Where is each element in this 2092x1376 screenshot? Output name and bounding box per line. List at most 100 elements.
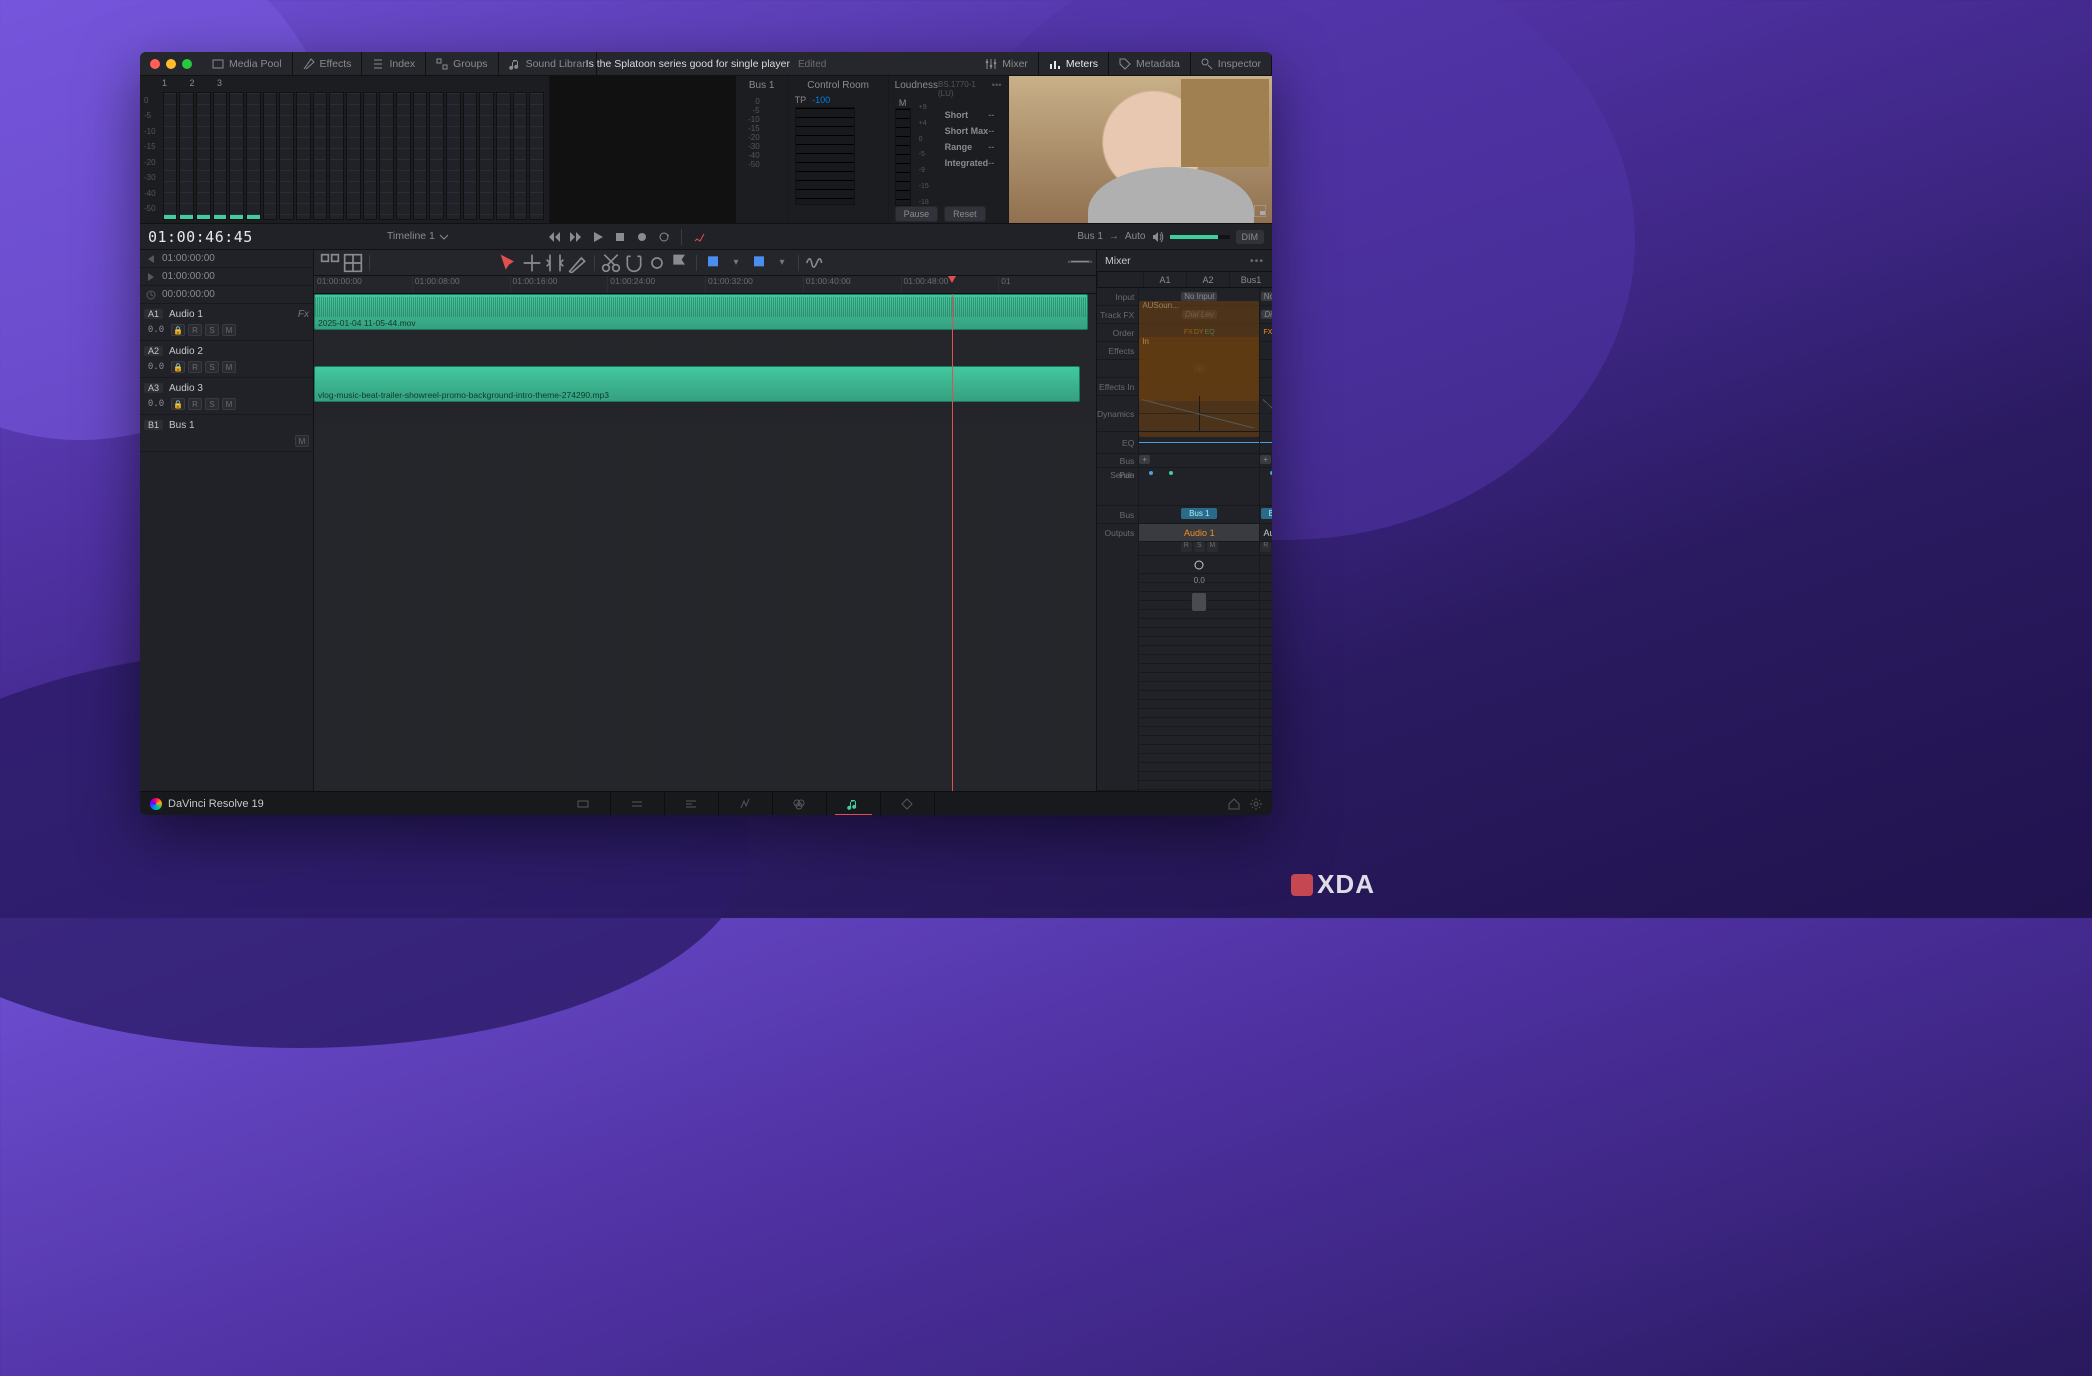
zoom-slider[interactable]: ◦━━━◦: [1070, 254, 1090, 272]
flag-button[interactable]: [670, 254, 690, 272]
chevron-down-icon[interactable]: ▾: [726, 254, 746, 272]
speaker-icon[interactable]: [1152, 231, 1164, 243]
chevron-down-icon: [438, 231, 450, 243]
sound-library-button[interactable]: Sound Librar: [499, 52, 597, 75]
grid-button[interactable]: [320, 254, 340, 272]
tc-in[interactable]: 01:00:00:00: [140, 250, 313, 268]
page-bar: DaVinci Resolve 19: [140, 791, 1272, 815]
minimize-icon[interactable]: [166, 59, 176, 69]
marker-button[interactable]: [703, 254, 723, 272]
link-button[interactable]: [647, 254, 667, 272]
range-tool[interactable]: [522, 254, 542, 272]
waveform-button[interactable]: [805, 254, 825, 272]
control-room: Control Room TP -100: [789, 76, 889, 223]
fader[interactable]: 0.0: [1139, 574, 1259, 791]
home-icon[interactable]: [1228, 798, 1240, 810]
meter: [263, 92, 278, 220]
automation-button[interactable]: [691, 229, 707, 245]
dynamics-graph[interactable]: [1139, 396, 1259, 432]
track-a2[interactable]: A2Audio 2 0.0🔒RSM: [140, 341, 313, 378]
tag-icon: [1119, 58, 1131, 70]
music-icon: [509, 58, 521, 70]
timeline-ruler[interactable]: 01:00:00:0001:00:08:0001:00:16:0001:00:2…: [314, 276, 1096, 294]
fast-forward-button[interactable]: [568, 229, 584, 245]
mixer-menu[interactable]: •••: [1250, 255, 1264, 267]
clip-a3[interactable]: vlog-music-beat-trailer-showreel-promo-b…: [314, 366, 1080, 402]
solo-button[interactable]: S: [205, 324, 219, 336]
mixer-title: Mixer: [1105, 255, 1131, 267]
video-preview[interactable]: [1009, 76, 1272, 223]
mixer-channel-a1[interactable]: No Input Dial Lev FXDYEQ AUSoun... + In …: [1138, 288, 1259, 791]
app-name: DaVinci Resolve 19: [150, 798, 264, 810]
xda-logo-icon: [1291, 874, 1313, 896]
toolbar: ▾ ▾ ◦━━━◦: [314, 250, 1096, 276]
index-button[interactable]: Index: [362, 52, 426, 75]
bus-meters: 1 2 3 0-5-10-15-20-30-40-50: [140, 76, 550, 223]
razor-tool[interactable]: [601, 254, 621, 272]
clip-a1[interactable]: 2025-01-04 11-05-44.mov: [314, 294, 1088, 330]
rewind-button[interactable]: [546, 229, 562, 245]
pause-button[interactable]: Pause: [895, 206, 939, 222]
dim-button[interactable]: DIM: [1236, 230, 1265, 244]
track-a3[interactable]: A3Audio 3 0.0🔒RSM: [140, 378, 313, 415]
timeline[interactable]: ▾ ▾ ◦━━━◦ 01:00:00:0001:00:08:0001:00:16…: [314, 250, 1096, 791]
playhead[interactable]: [952, 294, 953, 791]
meters-strip: 1 2 3 0-5-10-15-20-30-40-50 Bus 1 0-5-10…: [140, 76, 1272, 224]
output-level[interactable]: [1170, 235, 1230, 239]
mixer-button[interactable]: Mixer: [975, 52, 1039, 75]
record-button[interactable]: [634, 229, 650, 245]
loop-button[interactable]: [656, 229, 672, 245]
inspector-button[interactable]: Inspector: [1191, 52, 1272, 75]
track-b1[interactable]: B1Bus 1 M: [140, 415, 313, 452]
metadata-button[interactable]: Metadata: [1109, 52, 1191, 75]
pip-icon[interactable]: [1254, 205, 1266, 217]
lock-button[interactable]: 🔒: [171, 324, 185, 336]
mixer-channel-a2[interactable]: No Input Dial Lev FXDYEQ + In + Bus 1 Au…: [1259, 288, 1272, 791]
page-fairlight[interactable]: [827, 792, 881, 815]
inspector-icon: [1201, 58, 1213, 70]
stop-button[interactable]: [612, 229, 628, 245]
play-button[interactable]: [590, 229, 606, 245]
page-color[interactable]: [773, 792, 827, 815]
pencil-tool[interactable]: [568, 254, 588, 272]
transport-buttons: [546, 229, 707, 245]
reset-icon[interactable]: [1193, 559, 1205, 571]
mixer-panel: Mixer••• A1A2Bus1 InputTrack FXOrder Eff…: [1096, 250, 1272, 791]
page-media[interactable]: [557, 792, 611, 815]
db-scale: 0-5-10-15-20-30-40-50: [144, 82, 162, 217]
titlebar: Media Pool Effects Index Groups Sound Li…: [140, 52, 1272, 76]
monitor-bus: Bus 1 0-5-10-15-20-30-40-50: [736, 76, 789, 223]
track-a1[interactable]: A1Audio 1Fx 0.0🔒RSM: [140, 304, 313, 341]
meter: [163, 92, 178, 220]
tc-out[interactable]: 01:00:00:00: [140, 268, 313, 286]
marker2-button[interactable]: [749, 254, 769, 272]
reset-button[interactable]: Reset: [944, 206, 986, 222]
mute-button[interactable]: M: [222, 324, 236, 336]
window-controls[interactable]: [140, 59, 202, 69]
timeline-dropdown[interactable]: Timeline 1: [379, 230, 458, 242]
close-icon[interactable]: [150, 59, 160, 69]
effects-icon: [303, 58, 315, 70]
m-meter: [895, 108, 911, 206]
groups-button[interactable]: Groups: [426, 52, 498, 75]
maximize-icon[interactable]: [182, 59, 192, 69]
media-pool-button[interactable]: Media Pool: [202, 52, 293, 75]
meters-button[interactable]: Meters: [1039, 52, 1109, 75]
gear-icon[interactable]: [1250, 798, 1262, 810]
trim-tool[interactable]: [545, 254, 565, 272]
effects-button[interactable]: Effects: [293, 52, 363, 75]
meter: [229, 92, 244, 220]
tc-duration[interactable]: 00:00:00:00: [140, 286, 313, 304]
record-arm[interactable]: R: [188, 324, 202, 336]
snap-button[interactable]: [624, 254, 644, 272]
timeline-lanes[interactable]: 2025-01-04 11-05-44.mov vlog-music-beat-…: [314, 294, 1096, 791]
meter: [179, 92, 194, 220]
timecode[interactable]: 01:00:46:45: [148, 228, 253, 246]
pointer-tool[interactable]: [499, 254, 519, 272]
grid2-button[interactable]: [343, 254, 363, 272]
page-deliver[interactable]: [881, 792, 935, 815]
page-cut[interactable]: [611, 792, 665, 815]
page-edit[interactable]: [665, 792, 719, 815]
pan[interactable]: [1139, 468, 1259, 506]
page-fusion[interactable]: [719, 792, 773, 815]
